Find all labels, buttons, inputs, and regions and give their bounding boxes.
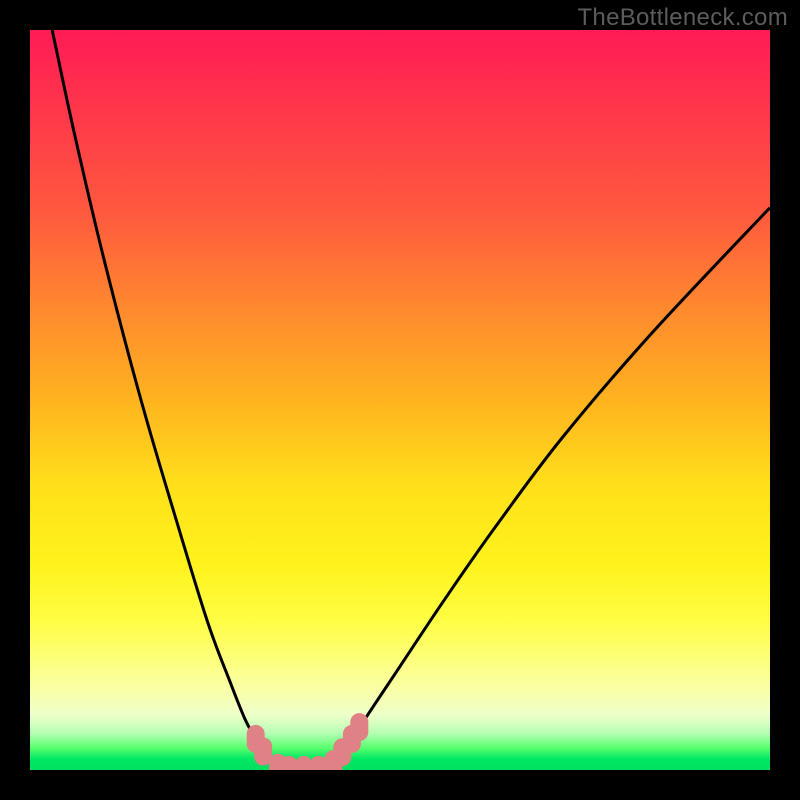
curve-layer bbox=[30, 30, 770, 770]
bottleneck-curve-right bbox=[304, 208, 770, 770]
watermark-text: TheBottleneck.com bbox=[577, 4, 788, 32]
bottleneck-curve-left bbox=[52, 30, 304, 770]
chart-frame: TheBottleneck.com bbox=[0, 0, 800, 800]
plot-area bbox=[30, 30, 770, 770]
data-marker bbox=[350, 713, 368, 741]
marker-group bbox=[247, 713, 369, 770]
